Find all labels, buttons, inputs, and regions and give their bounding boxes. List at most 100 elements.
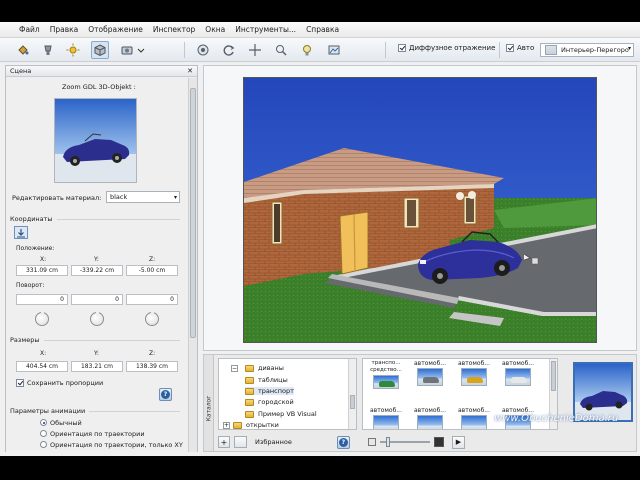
3d-viewport[interactable] xyxy=(203,65,637,351)
3d-scene-render[interactable] xyxy=(243,77,597,343)
anim-option-normal-radio[interactable] xyxy=(40,419,47,426)
view-swatch-icon xyxy=(545,45,557,55)
tree-item-tables[interactable]: таблицы xyxy=(245,376,288,384)
view-preset-value: Интерьер-Перегоро xyxy=(561,46,629,54)
scrollbar-thumb[interactable] xyxy=(350,395,355,409)
tree-item-transport[interactable]: транспорт xyxy=(245,387,294,395)
folder-icon xyxy=(245,387,254,395)
scrollbar-thumb[interactable] xyxy=(551,361,556,391)
folder-icon xyxy=(245,398,254,406)
menu-help[interactable]: Справка xyxy=(301,25,344,34)
favorites-label: Избранное xyxy=(255,438,292,446)
pan-button[interactable] xyxy=(246,41,264,59)
thumbnail-size-slider[interactable] xyxy=(379,437,430,447)
tree-item-label: открытки xyxy=(246,421,279,429)
rotation-z-dial[interactable] xyxy=(145,310,159,326)
rotation-z-field[interactable]: 0 xyxy=(126,294,178,305)
material-select-value: black xyxy=(110,193,128,201)
axis-y-label: Y: xyxy=(94,256,99,263)
keep-proportions-toggle[interactable]: Сохранить пропорции xyxy=(16,379,103,387)
menu-edit[interactable]: Правка xyxy=(45,25,84,34)
tree-item-cards[interactable]: открытки xyxy=(233,421,279,429)
anim-option-path-radio[interactable] xyxy=(40,430,47,437)
animation-section: Параметры анимации xyxy=(10,407,180,415)
position-x-field[interactable]: 331.09 cm xyxy=(16,265,68,276)
auto-toggle[interactable]: Авто xyxy=(506,44,534,52)
rotate-button[interactable] xyxy=(220,41,238,59)
menu-inspector[interactable]: Инспектор xyxy=(148,25,200,34)
tree-item-label: таблицы xyxy=(258,376,288,384)
slider-handle[interactable] xyxy=(385,437,390,447)
tree-scrollbar[interactable] xyxy=(348,359,356,429)
catalog-item[interactable]: автомоб... xyxy=(409,407,451,429)
tree-expander[interactable]: − xyxy=(231,365,238,372)
position-z-field[interactable]: -5.00 cm xyxy=(126,265,178,276)
catalog-item-thumb xyxy=(373,375,399,389)
material-tool-button[interactable] xyxy=(14,41,32,59)
scrollbar-thumb[interactable] xyxy=(190,88,196,338)
zoom-button[interactable] xyxy=(272,41,290,59)
rotation-x-dial[interactable] xyxy=(35,310,49,326)
size-z-field[interactable]: 138.39 cm xyxy=(126,361,178,372)
watermark-text: www.ObuchenieDoma.ru xyxy=(494,413,619,424)
light-bulb-button[interactable] xyxy=(298,41,316,59)
play-button[interactable]: ▶ xyxy=(451,435,465,449)
size-y-field[interactable]: 183.21 cm xyxy=(71,361,123,372)
small-thumb-icon xyxy=(367,438,376,446)
catalog-item-label: автомоб... xyxy=(458,407,490,414)
catalog-item[interactable]: транспо... средство... xyxy=(365,360,407,394)
tree-expander[interactable]: + xyxy=(223,422,230,429)
size-x-field[interactable]: 404.54 cm xyxy=(16,361,68,372)
sun-tool-button[interactable] xyxy=(64,41,82,59)
menu-file[interactable]: Файл xyxy=(14,25,45,34)
catalog-item[interactable]: автомоб... xyxy=(497,360,539,394)
close-icon[interactable]: ✕ xyxy=(187,67,193,75)
anim-option-path-xy-radio[interactable] xyxy=(40,441,47,448)
favorite-slot[interactable] xyxy=(234,436,247,448)
orbit-button[interactable] xyxy=(194,41,212,59)
camera-dropdown-button[interactable] xyxy=(136,41,146,59)
view-preset-select[interactable]: Интерьер-Перегоро ▾ xyxy=(540,43,634,57)
light-tool-button[interactable] xyxy=(39,41,57,59)
menu-windows[interactable]: Окна xyxy=(200,25,230,34)
rotation-y-dial[interactable] xyxy=(90,310,104,326)
scene-panel-title: Сцена xyxy=(10,67,32,75)
position-y-field[interactable]: -339.22 cm xyxy=(71,265,123,276)
coordinates-section-title: Координаты xyxy=(10,215,53,223)
material-select[interactable]: black ▾ xyxy=(106,191,180,203)
catalog-item-label: автомоб... xyxy=(502,360,534,367)
catalog-tab[interactable]: Каталог xyxy=(204,355,214,451)
catalog-item-thumb xyxy=(461,368,487,386)
tree-item-vb-visual[interactable]: Пример VB Visual xyxy=(245,410,317,418)
snap-icon xyxy=(17,228,25,237)
catalog-help-button[interactable]: ? xyxy=(336,435,350,449)
scene-panel-scrollbar[interactable] xyxy=(188,78,197,452)
rotation-y-field[interactable]: 0 xyxy=(71,294,123,305)
animation-section-title: Параметры анимации xyxy=(10,407,86,415)
camera-tool-button[interactable] xyxy=(118,41,136,59)
auto-checkbox[interactable] xyxy=(506,44,514,52)
render-button[interactable] xyxy=(325,41,343,59)
keep-proportions-checkbox[interactable] xyxy=(16,379,24,387)
rotation-x-field[interactable]: 0 xyxy=(16,294,68,305)
tree-item-urban[interactable]: городской xyxy=(245,398,294,406)
catalog-item[interactable]: автомоб... xyxy=(365,407,407,429)
snap-to-floor-button[interactable] xyxy=(14,226,28,239)
catalog-item[interactable]: автомоб... xyxy=(453,407,495,429)
catalog-item[interactable]: автомоб... xyxy=(409,360,451,394)
diffuse-reflection-toggle[interactable]: Диффузное отражение xyxy=(398,44,495,52)
car-preview-image xyxy=(55,99,136,182)
tree-item-sofas[interactable]: диваны xyxy=(245,364,284,372)
object-tool-button[interactable] xyxy=(91,41,109,59)
add-favorite-button[interactable]: + xyxy=(218,436,230,448)
catalog-panel: Каталог − диваны таблицы транспорт город… xyxy=(203,354,637,452)
diffuse-checkbox[interactable] xyxy=(398,44,406,52)
chevron-down-icon: ▾ xyxy=(627,45,631,52)
catalog-item[interactable]: автомоб... xyxy=(453,360,495,394)
rotate-icon xyxy=(223,45,235,56)
help-button[interactable]: ? xyxy=(159,388,172,401)
menu-tools[interactable]: Инструменты... xyxy=(230,25,301,34)
menu-view[interactable]: Отображение xyxy=(83,25,148,34)
top-black-bar xyxy=(0,0,640,22)
toolbar-separator xyxy=(184,42,185,58)
